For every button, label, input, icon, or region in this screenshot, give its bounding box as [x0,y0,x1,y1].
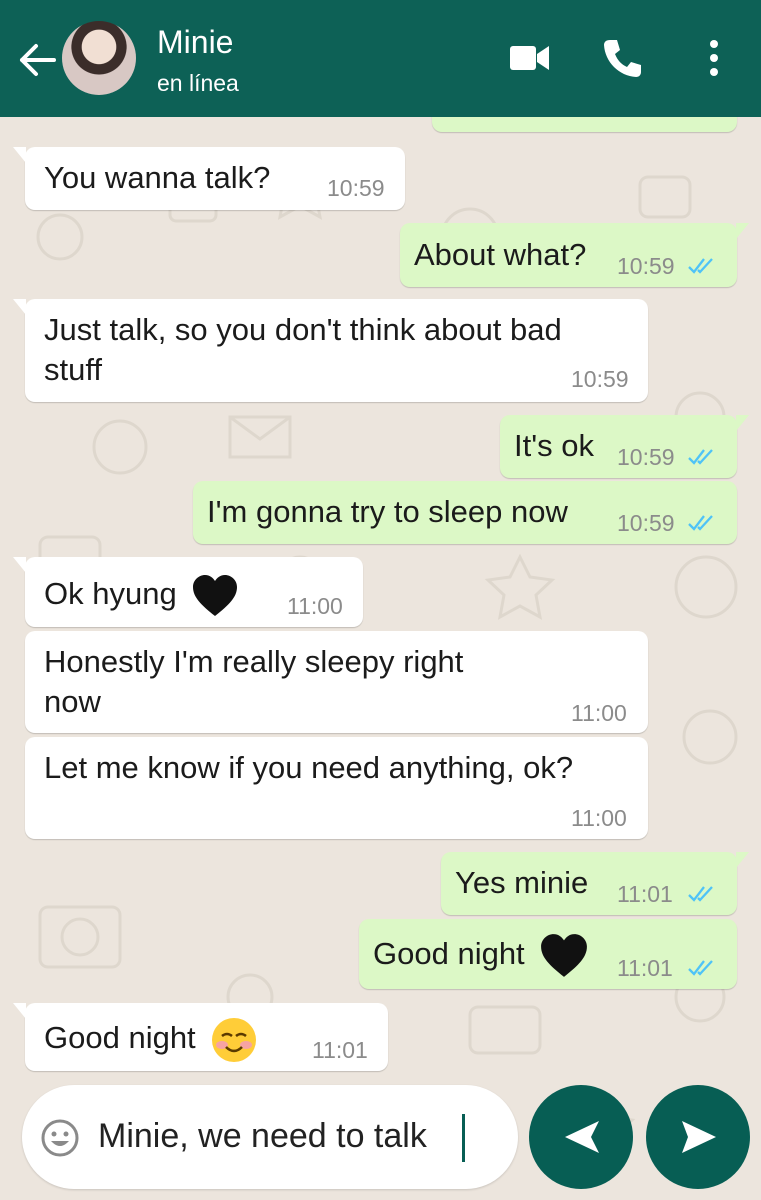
contact-status: en línea [157,70,239,96]
message-bubble[interactable]: Good night 11:01 [359,919,737,989]
message-time: 11:01 [312,1037,368,1063]
message-text: You wanna talk? [44,160,271,195]
message-bubble[interactable]: Honestly I'm really sleepy right now 11:… [25,631,648,733]
message-time: 10:59 [571,366,629,392]
message-text: Yes minie [455,865,589,900]
message-time: 11:00 [571,700,627,726]
message-time: 10:59 [327,175,385,201]
read-receipt-icon [688,449,713,465]
message-time: 11:01 [617,955,673,981]
left-arrow-icon [565,1121,599,1153]
read-receipt-icon [688,515,713,531]
message-bubble[interactable]: About what? 10:59 [400,223,749,287]
contact-name[interactable]: Minie [157,24,233,61]
message-text: Just talk, so you don't think about bad … [44,312,562,387]
message-bubble[interactable]: Ok hyung 11:00 [13,557,363,627]
message-text-content: Ok hyung [44,576,177,612]
message-text-content: Good night [373,936,525,972]
message-text: About what? [414,237,587,272]
message-input[interactable]: Minie, we need to talk [98,1117,427,1156]
chat-area[interactable]: You wanna talk? 10:59 About what? 10:59 … [0,117,761,1200]
message-bubble[interactable]: Just talk, so you don't think about bad … [13,299,648,402]
read-receipt-icon [688,258,713,274]
message-time: 10:59 [617,510,675,536]
message-text: Let me know if you need anything, ok? [44,750,574,785]
emoji-icon[interactable] [40,1118,80,1158]
message-bubble[interactable]: Let me know if you need anything, ok? 11… [25,737,648,839]
message-time: 10:59 [617,444,675,470]
message-bubble[interactable]: Yes minie 11:01 [441,852,749,915]
message-composer[interactable]: Minie, we need to talk [22,1085,518,1189]
left-arrow-button[interactable] [529,1085,633,1189]
send-button[interactable] [646,1085,750,1189]
message-text: Ok hyung [44,572,239,620]
read-receipt-icon [688,960,713,976]
chat-header: Minie en línea [0,0,761,117]
message-text: Honestly I'm really sleepy right now [44,644,464,719]
send-icon [682,1121,716,1153]
message-text: It's ok [514,428,594,463]
black-heart-emoji [541,934,588,977]
video-call-icon[interactable] [507,36,551,80]
phone-icon[interactable] [600,36,644,80]
message-bubble[interactable]: It's ok 10:59 [500,415,749,478]
message-text: I'm gonna try to sleep now [207,494,568,529]
message-time: 10:59 [617,253,675,279]
back-arrow-icon[interactable] [14,38,58,82]
message-time: 11:01 [617,881,673,907]
message-bubble[interactable]: You wanna talk? 10:59 [13,147,405,210]
message-bubble[interactable]: Good night 11:01 [13,1003,388,1071]
message-time: 11:00 [287,593,343,619]
message-text: Good night [44,1016,258,1064]
read-receipt-icon [688,886,713,902]
message-time: 11:00 [571,805,627,831]
smiling-face-emoji [212,1018,257,1062]
black-heart-emoji [193,575,238,616]
message-text-content: Good night [44,1020,196,1056]
avatar[interactable] [62,21,136,95]
more-options-icon[interactable] [692,36,736,80]
partial-outgoing-message [432,117,737,132]
text-cursor [462,1114,465,1162]
message-text: Good night [373,931,589,981]
message-bubble[interactable]: I'm gonna try to sleep now 10:59 [193,481,737,544]
